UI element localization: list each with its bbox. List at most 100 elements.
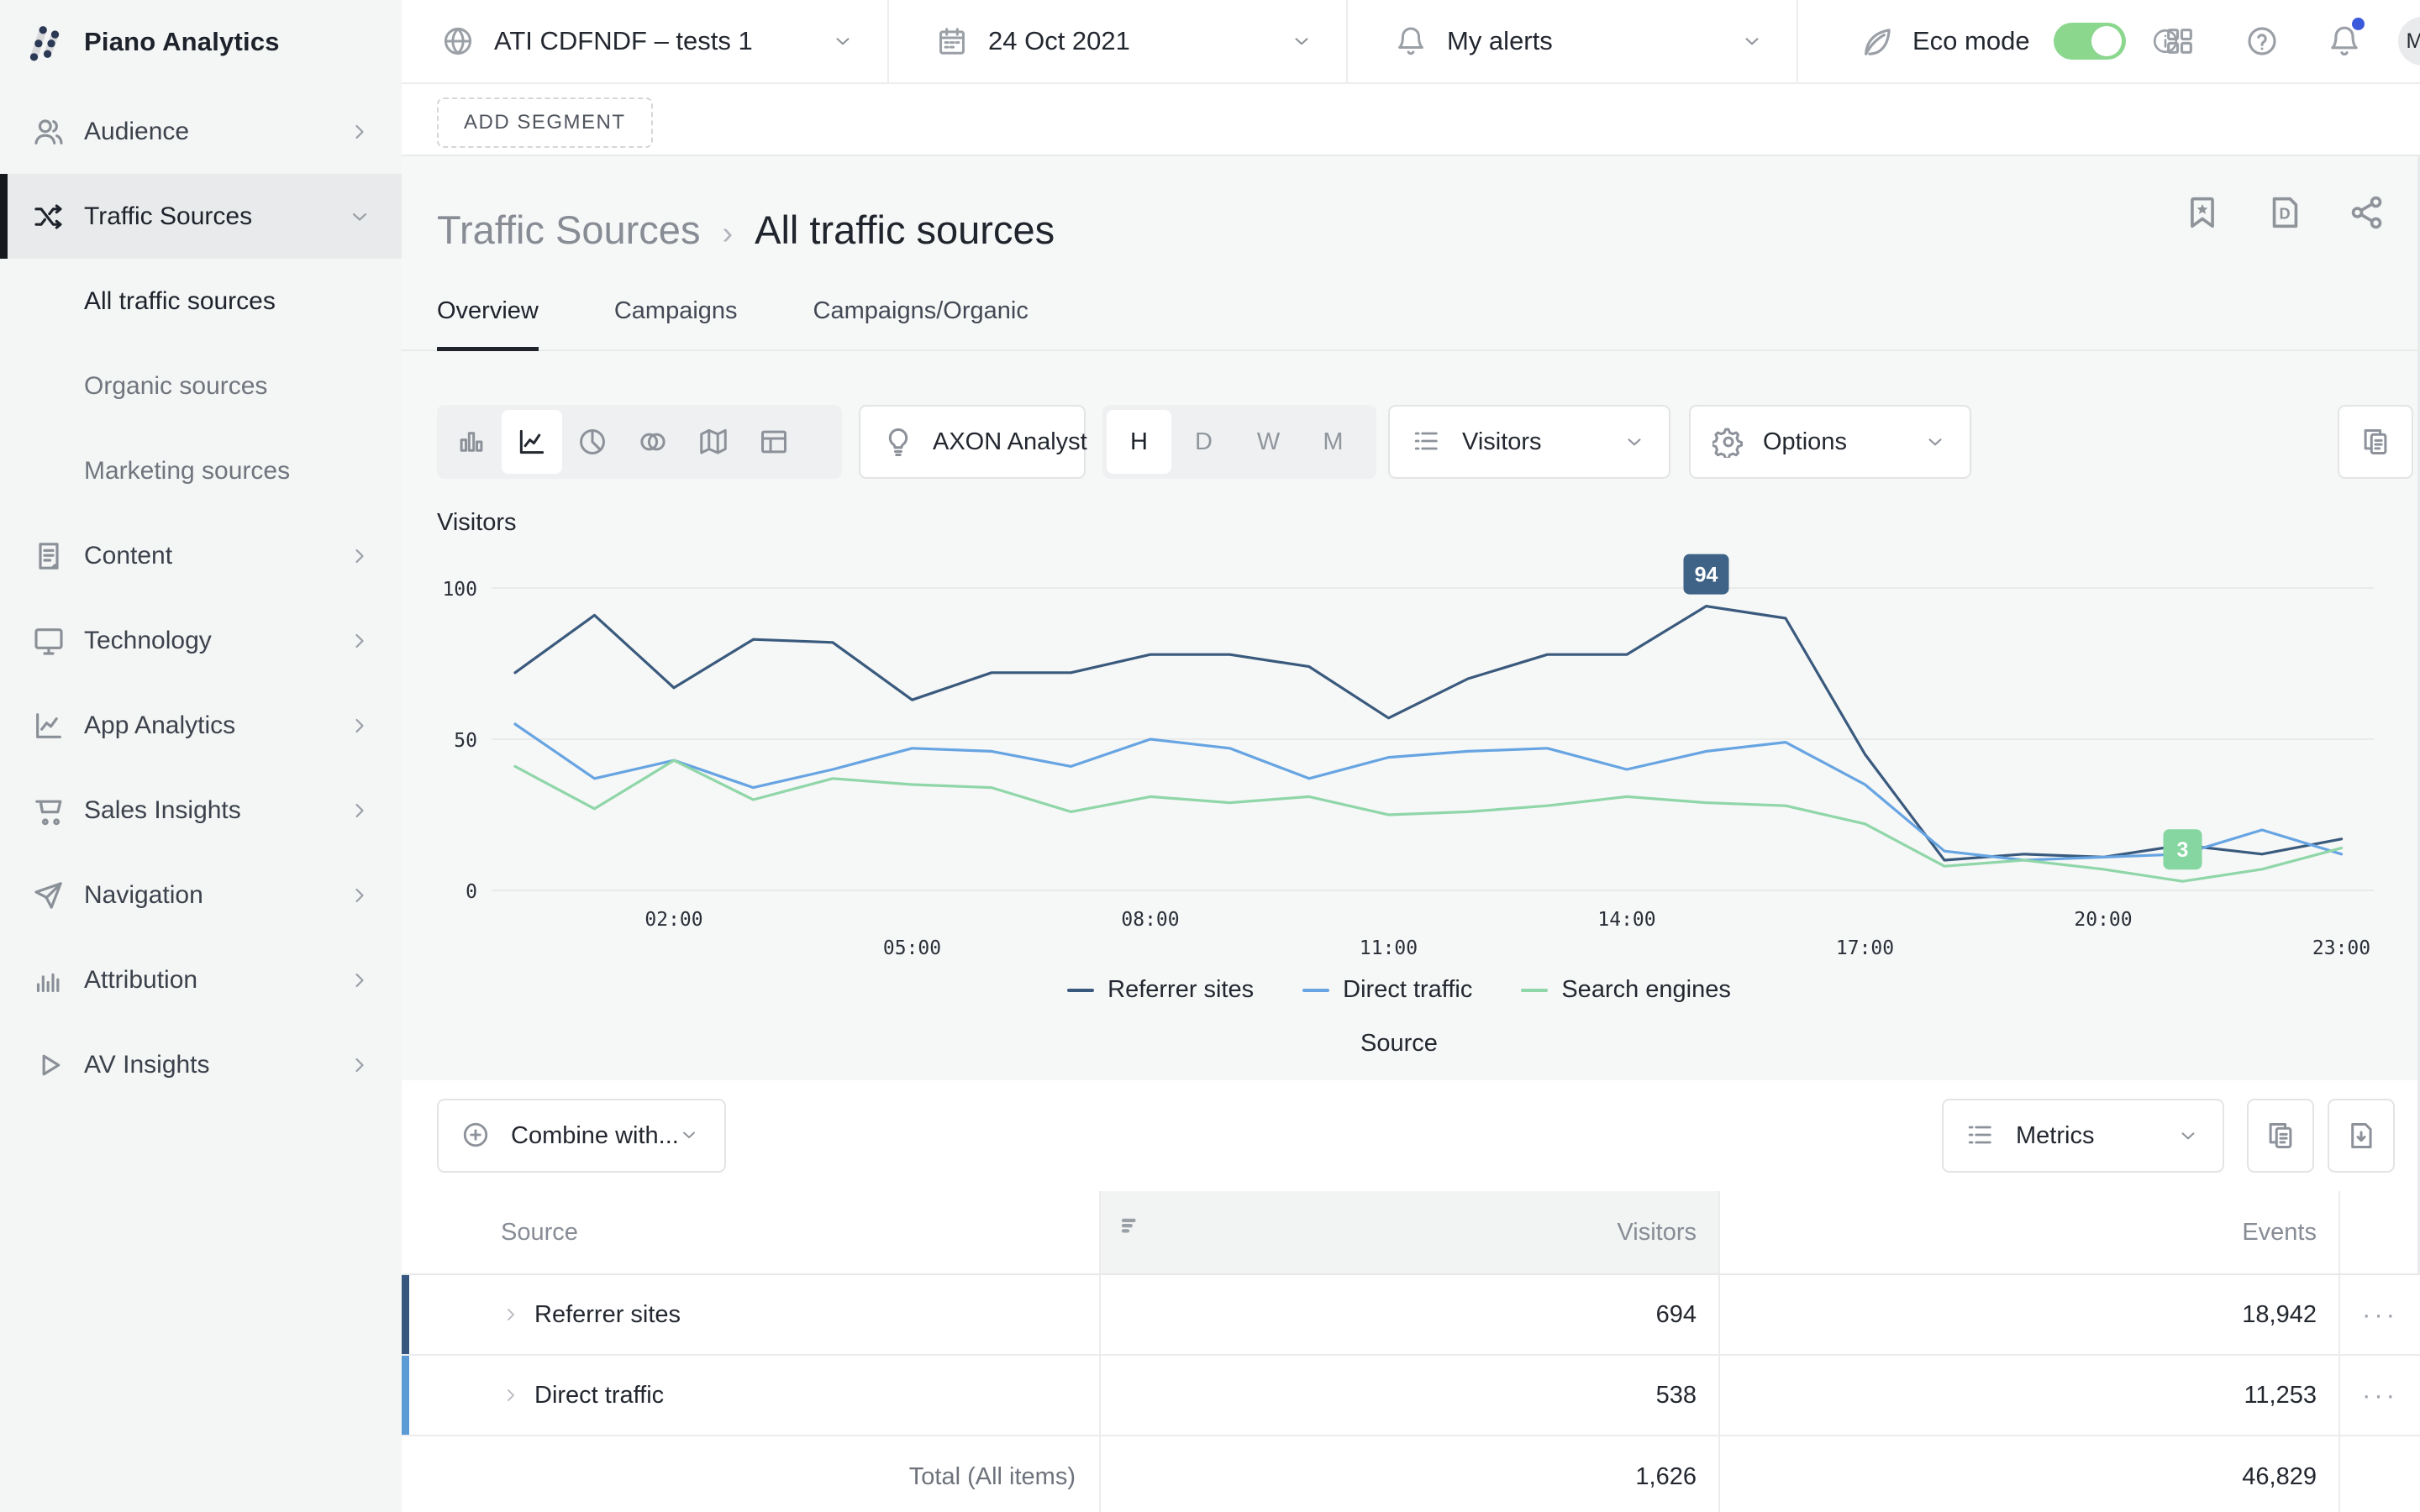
calendar-icon	[936, 25, 968, 57]
bar-chart-button[interactable]	[441, 410, 502, 474]
column-header-source[interactable]: Source	[402, 1191, 1101, 1273]
granularity-w-button[interactable]: W	[1236, 410, 1301, 474]
monitor-icon	[32, 624, 66, 658]
bell-icon	[1395, 25, 1427, 57]
piano-dots-logo-icon	[24, 19, 66, 65]
leaf-icon	[1860, 25, 1892, 57]
tab-campaigns[interactable]: Campaigns	[614, 297, 738, 351]
sort-bars-icon[interactable]	[1119, 1215, 1144, 1240]
series-direct-traffic[interactable]	[515, 724, 2342, 860]
combine-with-dropdown[interactable]: Combine with...	[437, 1099, 726, 1173]
granularity-h-button[interactable]: H	[1107, 410, 1171, 474]
share-icon[interactable]	[2348, 193, 2386, 232]
page-title: All traffic sources	[755, 207, 1055, 253]
globe-icon	[442, 25, 474, 57]
copy-table-button[interactable]	[2247, 1099, 2314, 1173]
legend-item-referrer-sites[interactable]: Referrer sites	[1067, 976, 1254, 1004]
cell-visitors: 538	[1101, 1356, 1720, 1435]
sidebar-item-audience[interactable]: Audience	[0, 89, 402, 174]
value-badge-label: 94	[1695, 564, 1718, 587]
table-button[interactable]	[744, 410, 804, 474]
options-dropdown[interactable]: Options	[1689, 405, 1971, 479]
lightbulb-icon	[882, 426, 914, 458]
date-selector[interactable]: 24 Oct 2021	[887, 0, 1346, 82]
avatar[interactable]: MC	[2398, 17, 2420, 66]
chevron-right-icon[interactable]	[501, 1305, 521, 1325]
map-button[interactable]	[683, 410, 744, 474]
chart-toolbar: AXON Analyst HDWM Visitors Options	[437, 405, 2420, 480]
sidebar-item-av-insights[interactable]: AV Insights	[0, 1022, 402, 1107]
sidebar-item-app-analytics[interactable]: App Analytics	[0, 683, 402, 768]
notifications-bell-icon[interactable]	[2328, 24, 2361, 58]
export-table-button[interactable]	[2328, 1099, 2395, 1173]
series-referrer-sites[interactable]	[515, 606, 2342, 860]
combine-label: Combine with...	[511, 1122, 679, 1150]
apps-grid-icon[interactable]	[2163, 24, 2196, 58]
line-chart[interactable]: 10050002:0005:0008:0011:0014:0017:0020:0…	[420, 538, 2378, 978]
pie-chart-button[interactable]	[562, 410, 623, 474]
sidebar-subitem-marketing-sources[interactable]: Marketing sources	[0, 428, 402, 513]
notification-dot	[2352, 18, 2365, 30]
venn-button[interactable]	[623, 410, 683, 474]
top-bar: ATI CDFNDF – tests 1 24 Oct 2021 My aler…	[402, 0, 2420, 84]
document-d-icon[interactable]: D	[2265, 193, 2304, 232]
table-row-direct-traffic[interactable]: Direct traffic53811,253 ···	[402, 1356, 2420, 1436]
tab-overview[interactable]: Overview	[437, 297, 539, 351]
sidebar-subitem-all-traffic-sources[interactable]: All traffic sources	[0, 259, 402, 344]
metric-dropdown[interactable]: Visitors	[1388, 405, 1670, 479]
granularity-group: HDWM	[1102, 405, 1376, 479]
x-axis-tick: 17:00	[1836, 937, 1894, 959]
granularity-m-button[interactable]: M	[1301, 410, 1365, 474]
copy-icon	[2360, 426, 2391, 458]
sidebar-item-attribution[interactable]: Attribution	[0, 937, 402, 1022]
sidebar-item-label: Sales Insights	[84, 796, 241, 825]
legend-label: Direct traffic	[1343, 976, 1472, 1004]
column-header-events[interactable]: Events	[1720, 1191, 2340, 1273]
sidebar-item-content[interactable]: Content	[0, 513, 402, 598]
row-menu-icon[interactable]: ···	[2362, 1380, 2398, 1410]
sidebar-subitem-organic-sources[interactable]: Organic sources	[0, 344, 402, 428]
main-content: D Traffic Sources › All traffic sources …	[402, 156, 2420, 1512]
row-menu-icon[interactable]: ···	[2362, 1299, 2398, 1330]
brand-row[interactable]: Piano Analytics	[0, 0, 402, 84]
total-events-cell: 46,829	[1720, 1436, 2340, 1512]
line-chart-button[interactable]	[502, 410, 562, 474]
list-icon	[1965, 1120, 1997, 1152]
chevron-right-icon[interactable]	[501, 1385, 521, 1405]
plus-circle-icon	[460, 1120, 492, 1152]
sidebar-item-label: Attribution	[84, 966, 197, 995]
alerts-selector[interactable]: My alerts	[1346, 0, 1797, 82]
tab-campaigns-organic[interactable]: Campaigns/Organic	[813, 297, 1028, 351]
cell-source: Direct traffic	[402, 1356, 1101, 1435]
axon-analyst-button[interactable]: AXON Analyst	[859, 405, 1086, 479]
brand-name: Piano Analytics	[84, 27, 280, 57]
legend-item-direct-traffic[interactable]: Direct traffic	[1302, 976, 1472, 1004]
table-row-referrer-sites[interactable]: Referrer sites69418,942 ···	[402, 1275, 2420, 1356]
sidebar-item-technology[interactable]: Technology	[0, 598, 402, 683]
breadcrumb: Traffic Sources › All traffic sources	[437, 207, 1055, 253]
granularity-d-button[interactable]: D	[1171, 410, 1236, 474]
column-header-visitors[interactable]: Visitors	[1101, 1191, 1720, 1273]
chevron-down-icon	[348, 205, 371, 228]
copy-chart-button[interactable]	[2338, 405, 2413, 479]
sidebar-item-traffic-sources[interactable]: Traffic Sources	[0, 174, 402, 259]
help-icon[interactable]	[2245, 24, 2279, 58]
chevron-right-icon	[348, 799, 371, 822]
sidebar-item-sales-insights[interactable]: Sales Insights	[0, 768, 402, 853]
y-axis-tick: 100	[442, 579, 477, 601]
legend-swatch	[1521, 989, 1548, 992]
cell-actions: ···	[2340, 1356, 2420, 1435]
legend-item-search-engines[interactable]: Search engines	[1521, 976, 1731, 1004]
eco-mode-label: Eco mode	[1912, 26, 2030, 56]
chevron-right-icon	[348, 1053, 371, 1077]
column-header-actions	[2340, 1191, 2420, 1273]
sidebar-item-navigation[interactable]: Navigation	[0, 853, 402, 937]
sidebar: Piano Analytics AudienceTraffic SourcesA…	[0, 0, 402, 1512]
add-segment-button[interactable]: ADD SEGMENT	[437, 97, 653, 148]
sidebar-nav: AudienceTraffic SourcesAll traffic sourc…	[0, 89, 402, 1107]
sidebar-item-label: Navigation	[84, 881, 203, 910]
breadcrumb-section[interactable]: Traffic Sources	[437, 207, 700, 253]
site-selector[interactable]: ATI CDFNDF – tests 1	[402, 0, 887, 82]
bookmark-star-icon[interactable]	[2183, 193, 2222, 232]
metrics-dropdown[interactable]: Metrics	[1942, 1099, 2224, 1173]
